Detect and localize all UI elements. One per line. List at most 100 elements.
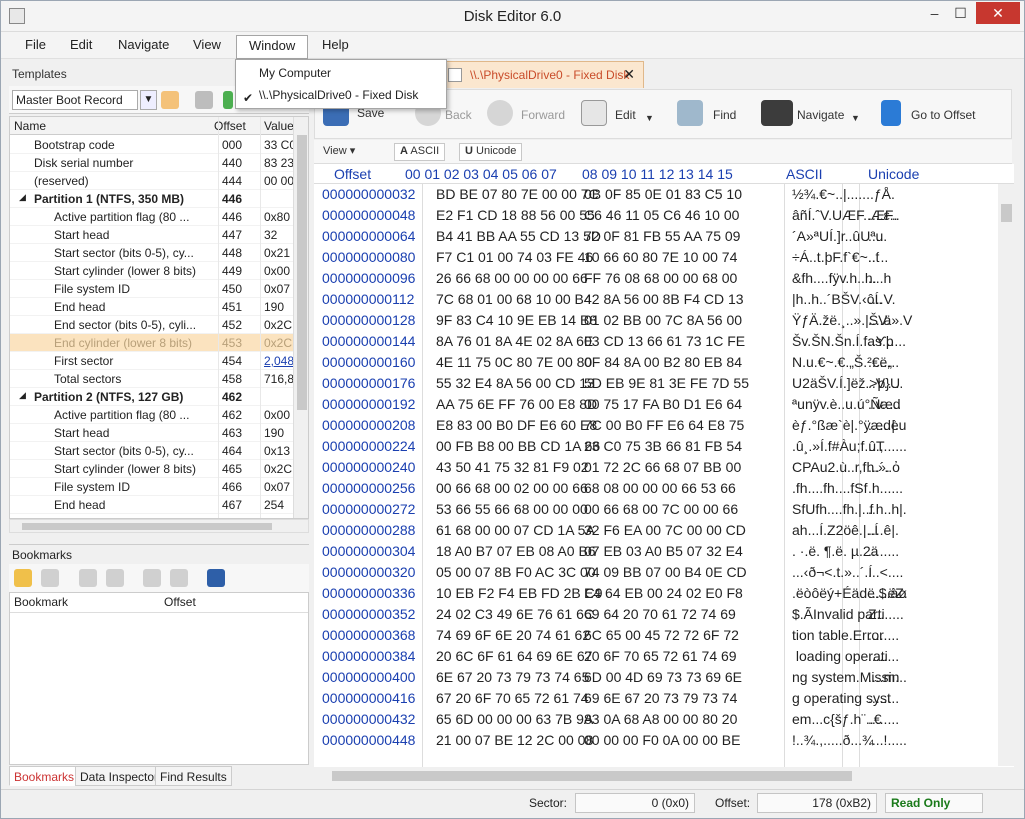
menu-item-physical-drive[interactable]: \\.\PhysicalDrive0 - Fixed Disk [259, 88, 418, 102]
menu-view[interactable]: View [193, 37, 221, 52]
column-name[interactable]: Name [14, 119, 46, 133]
hex-row[interactable]: 000000000368 74 69 6F 6E 20 74 61 62 6C 65… [314, 626, 1014, 647]
template-row[interactable]: Start cylinder (lower 8 bits) 449 0x00 [10, 262, 294, 280]
template-row[interactable]: File system ID 466 0x07 [10, 478, 294, 496]
hex-row[interactable]: 000000000176 55 32 E4 8A 56 00 CD 13 5D EB… [314, 374, 1014, 395]
collapse-icon[interactable]: ◢ [19, 390, 26, 401]
hex-row[interactable]: 000000000208 E8 83 00 B0 DF E6 60 E8 7C 00… [314, 416, 1014, 437]
hex-row[interactable]: 000000000416 67 20 6F 70 65 72 61 74 69 6E… [314, 689, 1014, 710]
template-row[interactable]: End head 467 254 [10, 496, 294, 514]
hex-row[interactable]: 000000000080 F7 C1 01 00 74 03 FE 46 10 66… [314, 248, 1014, 269]
template-row[interactable]: Start sector (bits 0-5), cy... 448 0x21 [10, 244, 294, 262]
template-row[interactable]: First sector 454 2,048 [10, 352, 294, 370]
menu-navigate[interactable]: Navigate [118, 37, 169, 52]
hex-row[interactable]: 000000000112 7C 68 01 00 68 10 00 B4 42 8A… [314, 290, 1014, 311]
scroll-thumb[interactable] [297, 135, 307, 410]
edit-bookmark-icon[interactable] [41, 569, 59, 587]
down-arrow-icon[interactable] [223, 91, 233, 109]
hex-row[interactable]: 000000000128 9F 83 C4 10 9E EB 14 B8 01 02… [314, 311, 1014, 332]
minimize-button[interactable]: ‒ [921, 2, 948, 24]
tab-data-inspector[interactable]: Data Inspector [75, 766, 164, 786]
hex-row[interactable]: 000000000160 4E 11 75 0C 80 7E 00 80 0F 84… [314, 353, 1014, 374]
close-button[interactable]: ✕ [976, 2, 1020, 24]
hex-row[interactable]: 000000000240 43 50 41 75 32 81 F9 02 01 72… [314, 458, 1014, 479]
template-row[interactable]: Start cylinder (lower 8 bits) 465 0x2C [10, 460, 294, 478]
hex-row[interactable]: 000000000352 24 02 C3 49 6E 76 61 6C 69 64… [314, 605, 1014, 626]
template-config-icon[interactable] [161, 91, 179, 109]
document-tab[interactable]: \\.\PhysicalDrive0 - Fixed Disk ✕ [439, 61, 644, 88]
maximize-button[interactable]: ☐ [947, 2, 974, 24]
template-row[interactable]: End cylinder (lower 8 bits) 453 0x2C [10, 334, 294, 352]
forward-button[interactable]: Forward [487, 100, 567, 130]
clear-bookmarks-icon[interactable] [170, 569, 188, 587]
template-group-row[interactable]: ◢ Partition 1 (NTFS, 350 MB) 446 [10, 190, 294, 208]
menu-help[interactable]: Help [322, 37, 349, 52]
hex-row[interactable]: 000000000448 21 00 07 BE 12 2C 00 08 00 00… [314, 731, 1014, 752]
hex-row[interactable]: 000000000032 BD BE 07 80 7E 00 00 7C 0B 0F… [314, 185, 1014, 206]
template-row[interactable]: Start head 447 32 [10, 226, 294, 244]
menu-file[interactable]: File [25, 37, 46, 52]
hex-vertical-scrollbar[interactable] [998, 184, 1015, 766]
template-row[interactable]: Disk serial number 440 83 23 [10, 154, 294, 172]
hex-row[interactable]: 000000000256 00 66 68 00 02 00 00 66 68 08… [314, 479, 1014, 500]
go-to-offset-button[interactable]: Go to Offset [881, 100, 985, 130]
edit-button[interactable]: Edit ▼ [581, 100, 657, 130]
column-offset[interactable]: Offset [164, 595, 196, 609]
chevron-down-icon[interactable]: ▼ [645, 113, 654, 123]
menu-item-my-computer[interactable]: My Computer [259, 66, 331, 80]
hex-row[interactable]: 000000000272 53 66 55 66 68 00 00 00 00 66… [314, 500, 1014, 521]
template-row[interactable]: Active partition flag (80 ... 462 0x00 [10, 406, 294, 424]
collapse-icon[interactable]: ◢ [19, 192, 26, 203]
hex-row[interactable]: 000000000096 26 66 68 00 00 00 00 66 FF 76… [314, 269, 1014, 290]
template-group-row[interactable]: ◢ Partition 2 (NTFS, 127 GB) 462 [10, 388, 294, 406]
tab-bookmarks[interactable]: Bookmarks [9, 766, 80, 786]
template-row[interactable]: End sector (bits 0-5), cyli... 452 0x2C [10, 316, 294, 334]
chevron-down-icon[interactable]: ▼ [851, 113, 860, 123]
hex-row[interactable]: 000000000144 8A 76 01 8A 4E 02 8A 6E 03 CD… [314, 332, 1014, 353]
tab-find-results[interactable]: Find Results [155, 766, 232, 786]
hex-editor-view[interactable]: Offset 00 01 02 03 04 05 06 07 08 09 10 … [314, 164, 1014, 767]
next-bookmark-icon[interactable] [106, 569, 124, 587]
hex-row[interactable]: 000000000432 65 6D 00 00 00 63 7B 9A 83 0A… [314, 710, 1014, 731]
template-row[interactable]: Start head 463 190 [10, 424, 294, 442]
scroll-thumb[interactable] [1001, 204, 1012, 222]
hex-row[interactable]: 000000000304 18 A0 B7 07 EB 08 A0 B6 07 EB… [314, 542, 1014, 563]
find-button[interactable]: Find [677, 100, 737, 130]
template-select[interactable]: Master Boot Record [12, 90, 138, 110]
scroll-thumb[interactable] [332, 771, 852, 781]
grid-horizontal-scrollbar[interactable] [9, 519, 309, 533]
up-arrow-icon[interactable] [195, 91, 213, 109]
hex-row[interactable]: 000000000400 6E 67 20 73 79 73 74 65 6D 00… [314, 668, 1014, 689]
template-row[interactable]: Active partition flag (80 ... 446 0x80 [10, 208, 294, 226]
hex-horizontal-scrollbar[interactable] [314, 767, 998, 784]
unicode-toggle[interactable]: U Unicode [459, 143, 523, 161]
ascii-toggle[interactable]: A ASCII [394, 143, 446, 161]
navigate-button[interactable]: Navigate ▼ [761, 100, 861, 130]
save-bookmarks-icon[interactable] [207, 569, 225, 587]
hex-row[interactable]: 000000000336 10 EB F2 F4 EB FD 2B C9 E4 64… [314, 584, 1014, 605]
grid-vertical-scrollbar[interactable] [293, 117, 308, 518]
template-row[interactable]: (reserved) 444 00 00 [10, 172, 294, 190]
scroll-thumb[interactable] [22, 523, 272, 530]
template-row[interactable]: File system ID 450 0x07 [10, 280, 294, 298]
view-menu-button[interactable]: View ▾ [318, 143, 360, 161]
menu-window[interactable]: Window [236, 35, 309, 59]
column-value[interactable]: Value [264, 119, 294, 133]
hex-row[interactable]: 000000000064 B4 41 BB AA 55 CD 13 5D 72 0F… [314, 227, 1014, 248]
close-tab-icon[interactable]: ✕ [623, 66, 635, 83]
template-row[interactable]: Total sectors 458 716,8 [10, 370, 294, 388]
chevron-down-icon[interactable]: ▼ [140, 90, 157, 110]
hex-row[interactable]: 000000000192 AA 75 6E FF 76 00 E8 8D 00 75… [314, 395, 1014, 416]
hex-row[interactable]: 000000000288 61 68 00 00 07 CD 1A 5A 32 F6… [314, 521, 1014, 542]
template-row[interactable]: Start sector (bits 0-5), cy... 464 0x13 [10, 442, 294, 460]
hex-row[interactable]: 000000000384 20 6C 6F 61 64 69 6E 67 20 6F… [314, 647, 1014, 668]
hex-row[interactable]: 000000000320 05 00 07 8B F0 AC 3C 00 74 09… [314, 563, 1014, 584]
delete-bookmark-icon[interactable] [143, 569, 161, 587]
hex-row[interactable]: 000000000048 E2 F1 CD 18 88 56 00 55 C6 46… [314, 206, 1014, 227]
add-bookmark-icon[interactable] [14, 569, 32, 587]
column-bookmark[interactable]: Bookmark [14, 595, 68, 609]
prev-bookmark-icon[interactable] [79, 569, 97, 587]
template-row[interactable]: End head 451 190 [10, 298, 294, 316]
hex-row[interactable]: 000000000224 00 FB B8 00 BB CD 1A 66 23 C0… [314, 437, 1014, 458]
menu-edit[interactable]: Edit [70, 37, 92, 52]
